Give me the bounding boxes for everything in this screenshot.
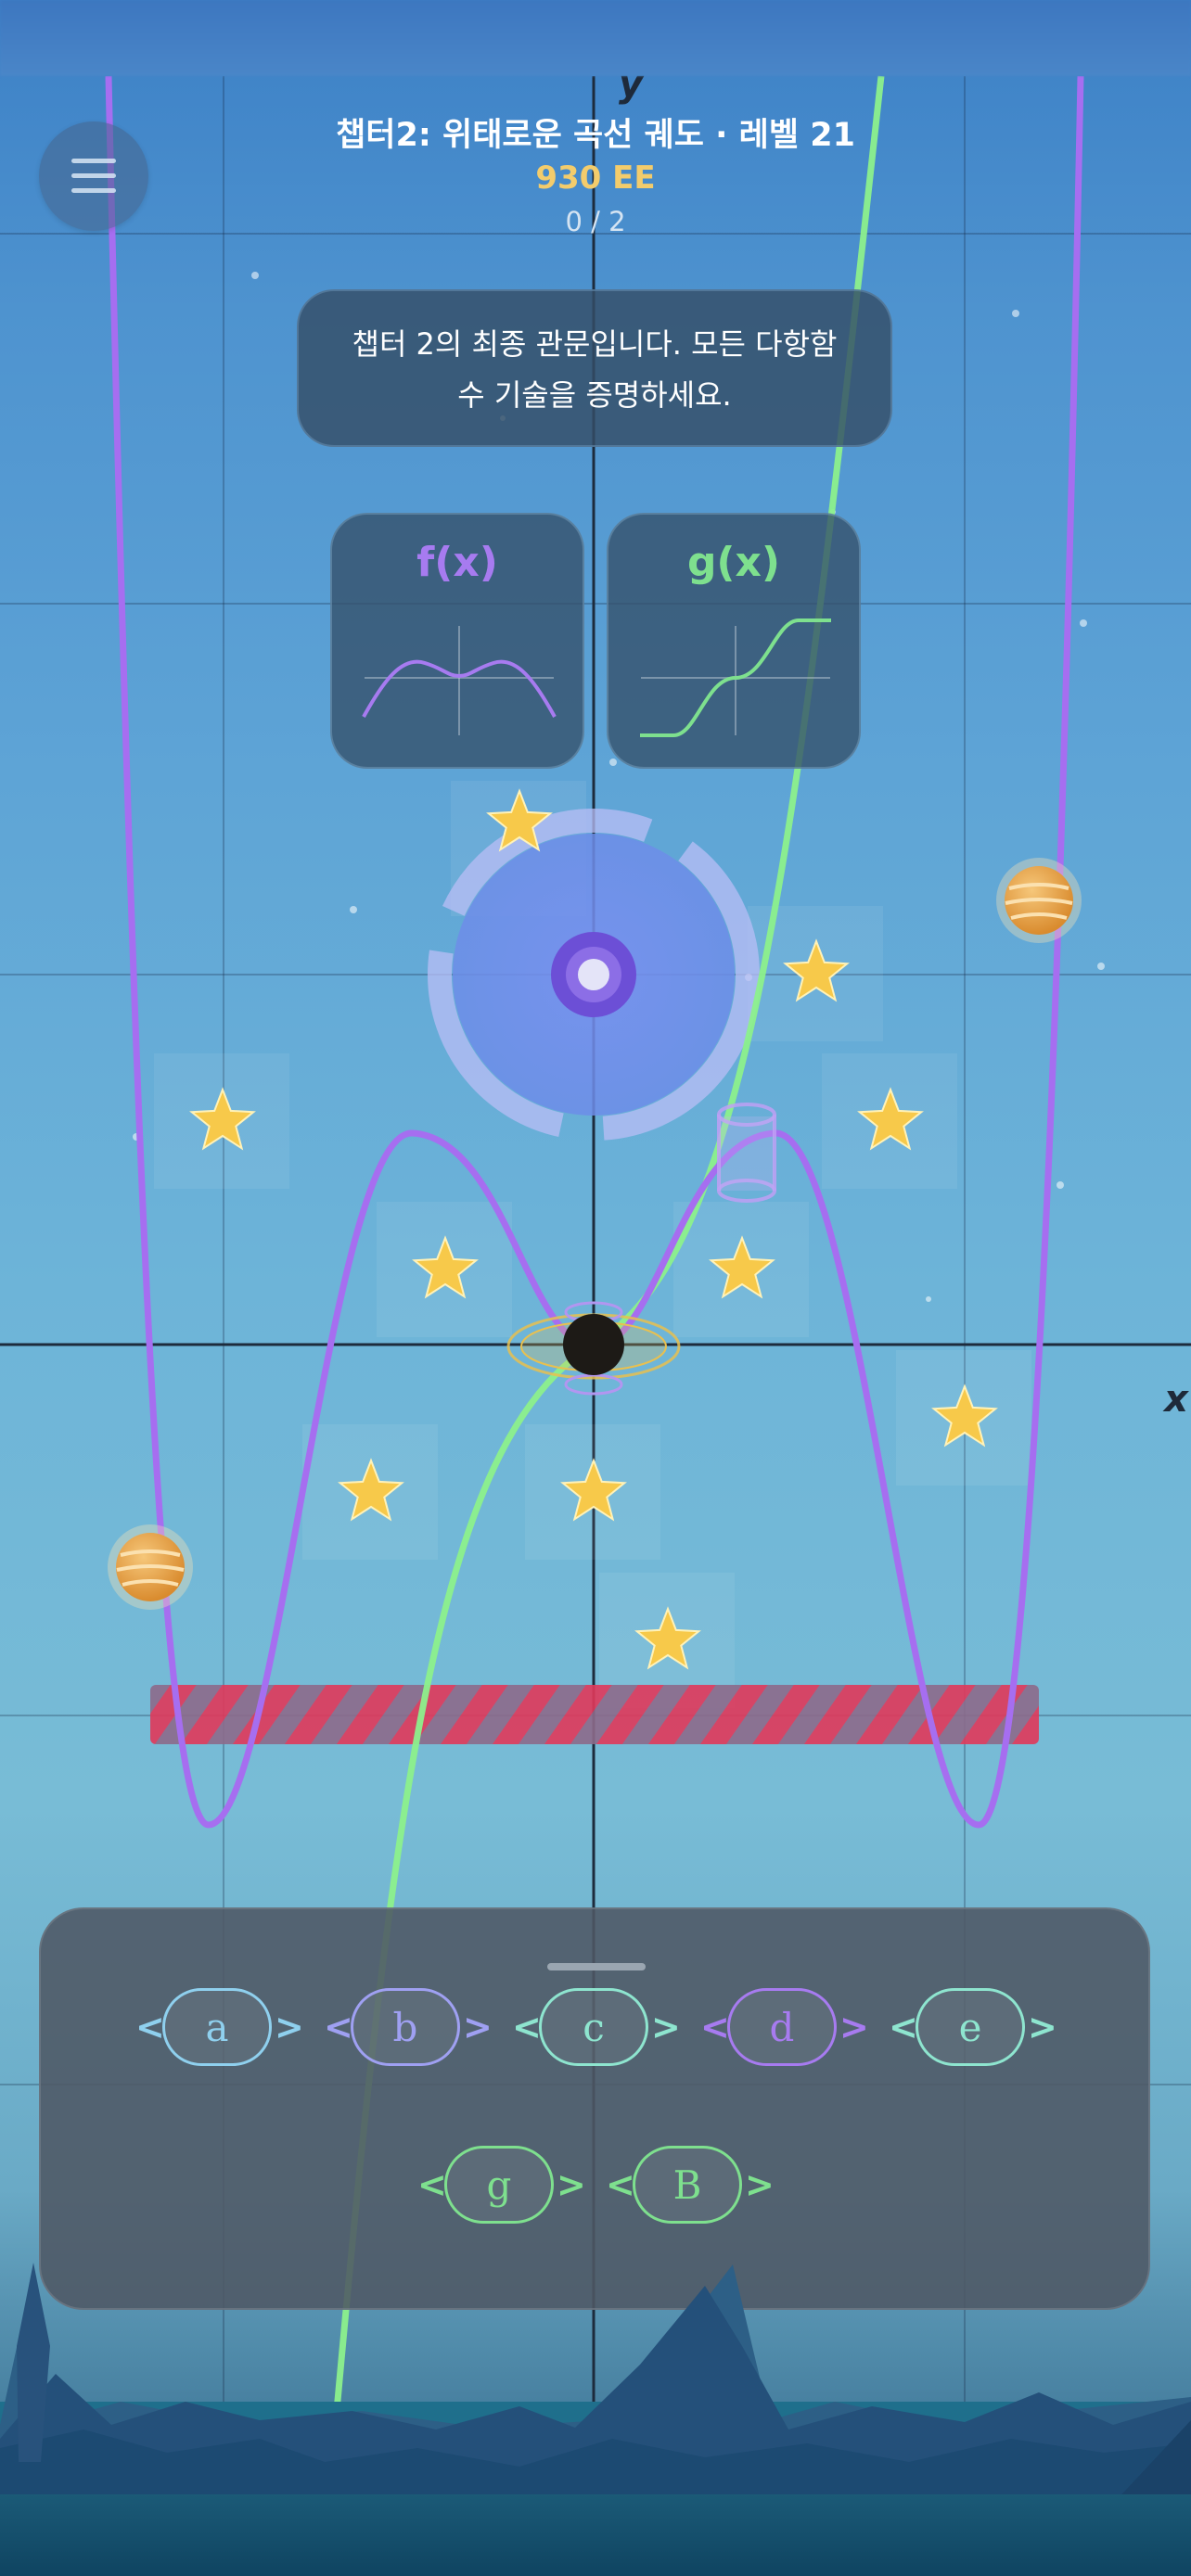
parameter-control-b: < b > [324,1988,493,2066]
increment-button[interactable]: > [745,2164,775,2205]
decrement-button[interactable]: < [324,2007,353,2047]
function-card-g[interactable]: g(x) [607,513,861,769]
parameter-control-c: < c > [512,1988,681,2066]
status-bar [0,0,1191,76]
parameter-pill[interactable]: c [539,1988,648,2066]
parameter-pill[interactable]: b [351,1988,460,2066]
parameter-pill[interactable]: d [727,1988,837,2066]
parameter-pill[interactable]: g [444,2146,554,2224]
parameter-control-e: < e > [889,1988,1057,2066]
parameter-pill[interactable]: a [162,1988,272,2066]
level-title: 챕터2: 위태로운 곡선 궤도 · 레벨 21 [336,117,855,154]
function-card-f[interactable]: f(x) [330,513,584,769]
hazard-bar [150,1685,1039,1744]
planet-icon [108,1524,193,1610]
increment-button[interactable]: > [463,2007,493,2047]
f-preview-icon [362,626,557,735]
parameter-pill[interactable]: e [916,1988,1025,2066]
decrement-button[interactable]: < [889,2007,918,2047]
increment-button[interactable]: > [839,2007,869,2047]
function-label-g: g(x) [686,539,781,586]
decrement-button[interactable]: < [606,2164,635,2205]
mountain-landscape [0,2263,1191,2504]
hint-box: 챕터 2의 최종 관문입니다. 모든 다항함 수 기술을 증명하세요. [297,289,892,447]
parameter-control-g: < g > [417,2146,586,2224]
wormhole-icon [717,1103,776,1203]
planet-icon [996,858,1082,943]
increment-button[interactable]: > [275,2007,304,2047]
increment-button[interactable]: > [1028,2007,1057,2047]
decrement-button[interactable]: < [512,2007,542,2047]
portal-icon [428,809,760,1141]
parameter-control-a: < a > [135,1988,304,2066]
decrement-button[interactable]: < [417,2164,447,2205]
parameter-pill[interactable]: B [633,2146,742,2224]
g-preview-icon [640,618,831,737]
parameter-panel: < a > < b > < c > < d > < e > < g > < B > [39,1907,1150,2310]
hint-line-1: 챕터 2의 최종 관문입니다. 모든 다항함 [352,326,838,362]
decrement-button[interactable]: < [700,2007,730,2047]
function-label-f: f(x) [416,539,498,586]
score-display: 930 EE [535,159,656,197]
parameter-control-B: < B > [606,2146,775,2224]
progress-counter: 0 / 2 [565,206,626,237]
increment-button[interactable]: > [651,2007,681,2047]
decrement-button[interactable]: < [135,2007,165,2047]
panel-drag-handle[interactable] [547,1963,646,1970]
x-axis-label: x [1162,1378,1189,1421]
increment-button[interactable]: > [557,2164,586,2205]
bottom-water [0,2494,1191,2576]
hint-line-2: 수 기술을 증명하세요. [457,377,732,413]
parameter-control-d: < d > [700,1988,869,2066]
